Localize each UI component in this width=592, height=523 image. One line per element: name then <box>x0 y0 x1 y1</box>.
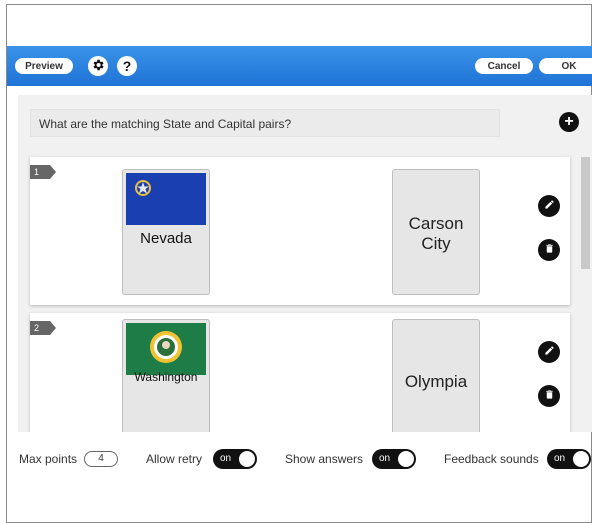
allow-retry-label: Allow retry <box>146 452 203 466</box>
scrollbar-thumb[interactable] <box>581 157 590 269</box>
state-label: Washington <box>134 370 198 384</box>
toggle-state: on <box>220 453 232 464</box>
pair-number: 1 <box>30 165 56 179</box>
help-button[interactable]: ? <box>117 56 137 76</box>
delete-pair-button[interactable] <box>538 385 560 407</box>
capital-card[interactable]: Olympia <box>392 319 480 432</box>
max-points-label: Max points <box>19 452 78 466</box>
nevada-flag-image <box>126 173 206 225</box>
toggle-knob <box>239 451 255 467</box>
trash-icon <box>544 387 555 405</box>
delete-pair-button[interactable] <box>538 239 560 261</box>
capital-label-line1: Carson <box>408 214 464 233</box>
pencil-icon <box>544 343 555 361</box>
washington-flag-image <box>126 323 206 375</box>
capital-card[interactable]: Carson City <box>392 169 480 295</box>
pencil-icon <box>544 197 555 215</box>
feedback-sounds-label: Feedback sounds <box>444 452 539 466</box>
question-input[interactable]: What are the matching State and Capital … <box>30 109 500 137</box>
state-label: Nevada <box>140 230 192 247</box>
pair-number: 2 <box>30 321 56 335</box>
feedback-sounds-toggle[interactable]: on <box>547 449 591 469</box>
preview-button[interactable]: Preview <box>15 58 73 74</box>
toggle-knob <box>398 451 414 467</box>
question-editor: What are the matching State and Capital … <box>18 95 592 432</box>
capital-label-line2: City <box>421 234 451 253</box>
settings-footer: Max points 4 Allow retry on Show answers… <box>0 448 592 470</box>
allow-retry-toggle[interactable]: on <box>213 449 257 469</box>
cancel-button[interactable]: Cancel <box>475 58 533 74</box>
show-answers-label: Show answers <box>285 452 364 466</box>
state-card[interactable]: Nevada <box>122 169 210 295</box>
add-pair-button[interactable]: + <box>559 112 579 132</box>
max-points-input[interactable]: 4 <box>84 451 118 467</box>
gear-icon <box>91 58 105 75</box>
edit-pair-button[interactable] <box>538 195 560 217</box>
pair-row: 1 Nevada Carson City <box>30 157 570 305</box>
toggle-state: on <box>379 453 391 464</box>
capital-label: Olympia <box>404 372 468 391</box>
pair-row: 2 Washington Olympia <box>30 313 570 432</box>
state-card[interactable]: Washington <box>122 319 210 432</box>
toggle-knob <box>573 451 589 467</box>
trash-icon <box>544 241 555 259</box>
toolbar: Preview ? Cancel OK <box>7 46 592 86</box>
ok-button[interactable]: OK <box>539 58 592 74</box>
show-answers-toggle[interactable]: on <box>372 449 416 469</box>
settings-button[interactable] <box>88 56 108 76</box>
toggle-state: on <box>554 453 566 464</box>
help-icon: ? <box>122 58 132 74</box>
edit-pair-button[interactable] <box>538 341 560 363</box>
plus-icon: + <box>564 113 574 130</box>
